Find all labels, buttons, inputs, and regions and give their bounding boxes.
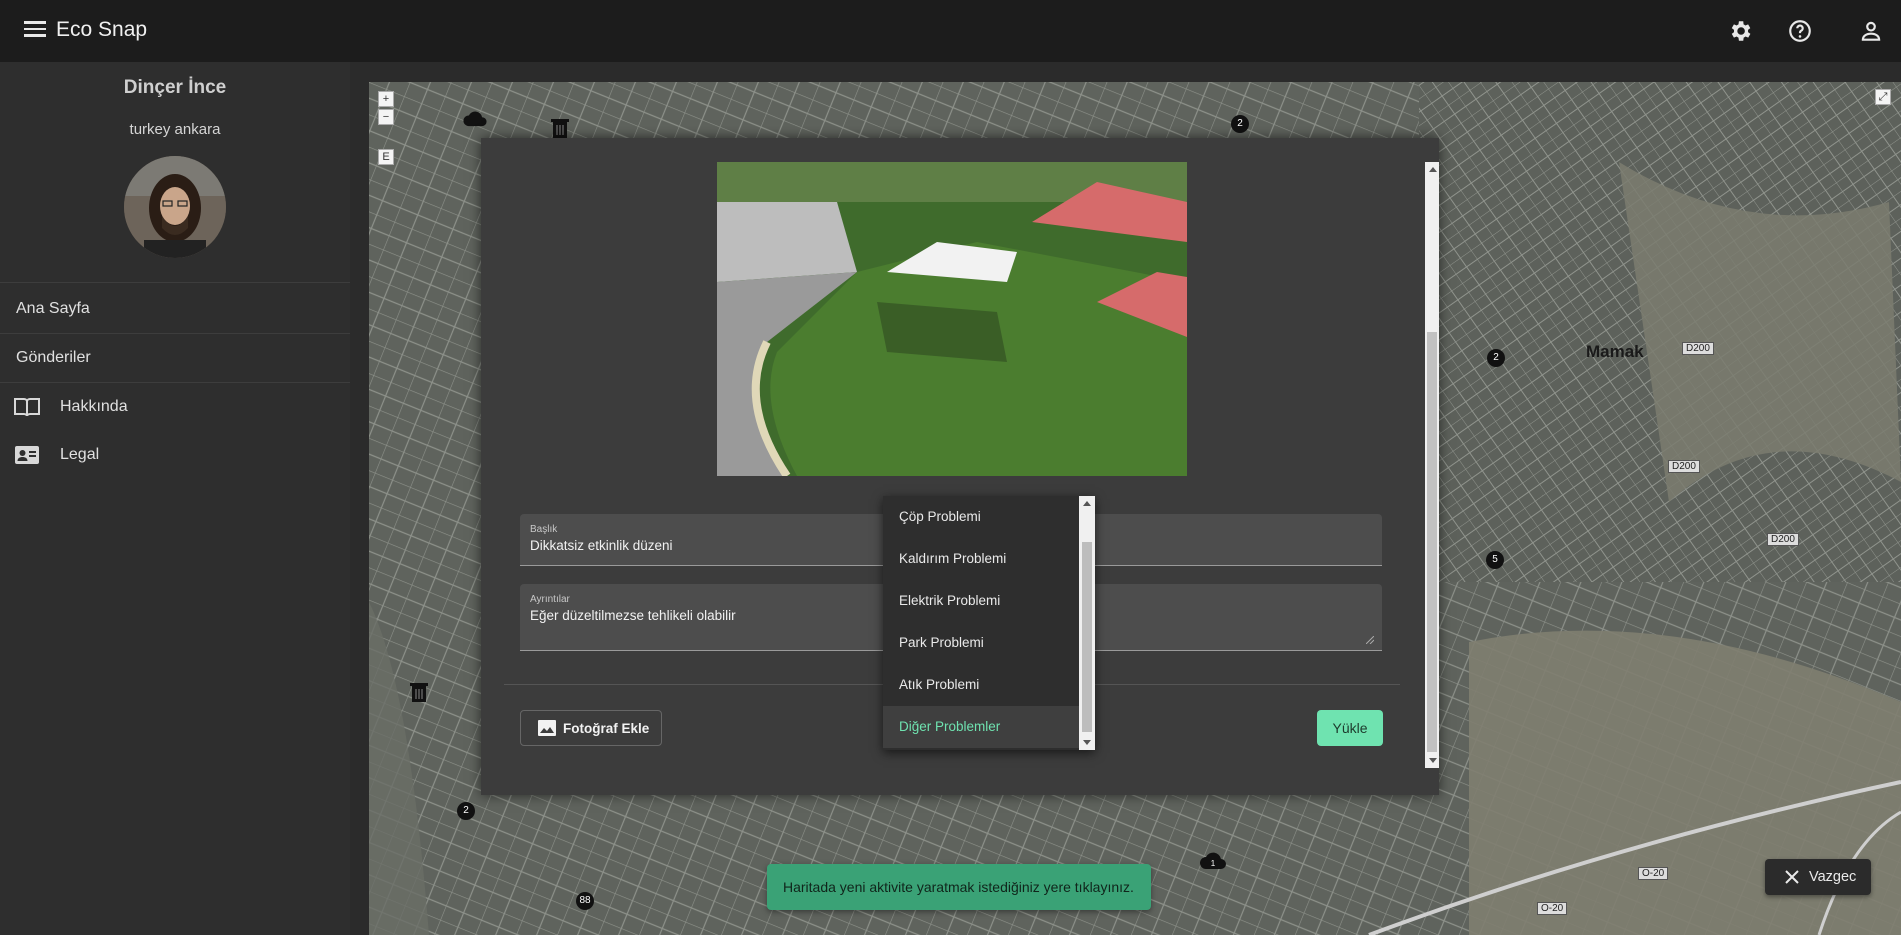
sidebar-item-legal[interactable]: Legal <box>60 446 99 464</box>
cloud-marker-icon[interactable] <box>462 111 488 127</box>
cloud-marker-icon[interactable]: 1 <box>1199 852 1227 870</box>
zoom-out-button[interactable]: − <box>378 109 394 125</box>
cancel-button[interactable]: Vazgec <box>1765 859 1871 895</box>
resize-handle-icon[interactable] <box>1366 636 1374 644</box>
details-field-value: Eğer düzeltilmezse tehlikeli olabilir <box>530 608 736 623</box>
category-dropdown[interactable]: Çöp Problemi Kaldırım Problemi Elektrik … <box>883 496 1095 750</box>
book-icon <box>14 398 40 417</box>
contact-card-icon <box>15 446 39 464</box>
dropdown-option[interactable]: Park Problemi <box>883 622 1079 664</box>
sidebar-item-ana-sayfa[interactable]: Ana Sayfa <box>16 300 90 318</box>
map-road-label: D200 <box>1682 342 1714 355</box>
map-marker[interactable]: 2 <box>1231 115 1249 133</box>
map-road-label: D200 <box>1668 460 1700 473</box>
map-marker[interactable]: 88 <box>576 892 594 910</box>
cancel-label: Vazgec <box>1809 869 1857 885</box>
add-photo-button[interactable]: Fotoğraf Ekle <box>520 710 662 746</box>
info-toast: Haritada yeni aktivite yaratmak istediği… <box>767 864 1151 910</box>
map-road-label: O-20 <box>1537 902 1568 915</box>
layer-button[interactable]: E <box>378 149 394 165</box>
add-photo-label: Fotoğraf Ekle <box>563 720 650 736</box>
map-marker[interactable]: 5 <box>1486 551 1504 569</box>
dropdown-option[interactable]: Çöp Problemi <box>883 496 1079 538</box>
sidebar-item-gonderiler[interactable]: Gönderiler <box>16 349 91 367</box>
trash-marker-icon[interactable] <box>550 117 570 139</box>
sidebar: Dinçer İnce turkey ankara Ana Sayfa Gönd… <box>0 62 350 935</box>
dropdown-option[interactable]: Atık Problemi <box>883 664 1079 706</box>
map-marker[interactable]: 2 <box>457 802 475 820</box>
dropdown-scrollbar[interactable] <box>1079 496 1095 750</box>
map-marker[interactable]: 2 <box>1487 349 1505 367</box>
help-icon[interactable] <box>1787 18 1813 44</box>
trash-marker-icon[interactable] <box>409 680 429 704</box>
close-icon <box>1785 870 1799 884</box>
dropdown-option-selected[interactable]: Diğer Problemler <box>883 706 1079 748</box>
avatar <box>124 156 226 258</box>
app-title: Eco Snap <box>56 18 148 41</box>
dialog-scrollbar[interactable] <box>1425 162 1439 768</box>
title-field-value: Dikkatsiz etkinlik düzeni <box>530 538 673 553</box>
gear-icon[interactable] <box>1727 18 1753 44</box>
map-road-label: O-20 <box>1638 867 1669 880</box>
upload-button[interactable]: Yükle <box>1317 710 1383 746</box>
zoom-in-button[interactable]: + <box>378 91 394 107</box>
user-name: Dinçer İnce <box>123 77 227 98</box>
account-icon[interactable] <box>1858 18 1884 44</box>
map-place-label: Mamak <box>1586 342 1644 361</box>
user-location: turkey ankara <box>129 121 221 138</box>
dropdown-option[interactable]: Kaldırım Problemi <box>883 538 1079 580</box>
fullscreen-icon[interactable]: ⤢ <box>1875 89 1891 105</box>
title-field-label: Başlık <box>530 524 558 535</box>
top-app-bar: Eco Snap <box>0 0 1901 62</box>
image-icon <box>538 720 556 736</box>
map-marker-count: 1 <box>1211 859 1216 868</box>
map-road-label: D200 <box>1767 533 1799 546</box>
sidebar-item-hakkinda[interactable]: Hakkında <box>60 398 128 416</box>
uploaded-photo <box>717 162 1187 476</box>
details-field-label: Ayrıntılar <box>530 594 570 605</box>
menu-icon[interactable] <box>24 21 46 39</box>
dropdown-option[interactable]: Elektrik Problemi <box>883 580 1079 622</box>
